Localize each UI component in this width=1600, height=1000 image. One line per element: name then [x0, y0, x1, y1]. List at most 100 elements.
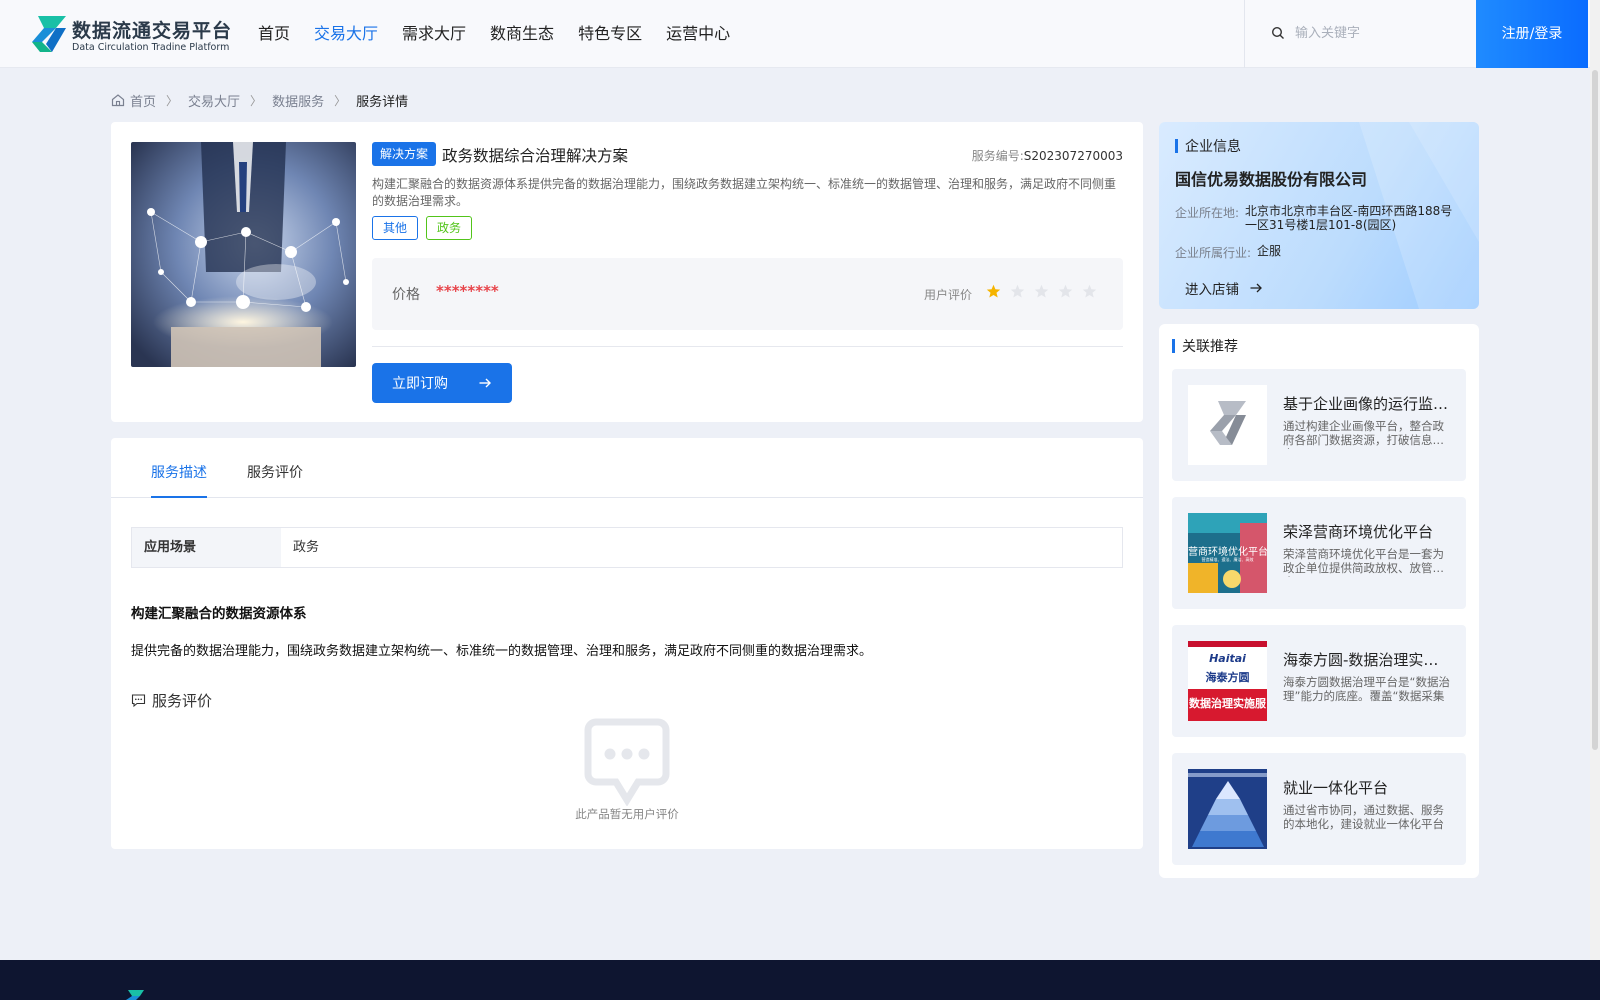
- logo-mark-icon: [32, 16, 66, 52]
- location-label: 企业所在地:: [1175, 206, 1240, 220]
- user-rating-label: 用户评价: [924, 288, 973, 302]
- tag-other[interactable]: 其他: [372, 216, 419, 240]
- tag-government[interactable]: 政务: [426, 216, 473, 240]
- chevron-right-icon: 〉: [166, 93, 179, 108]
- nav-item-2[interactable]: 需求大厅: [402, 0, 466, 68]
- related-thumbnail: [1188, 385, 1267, 465]
- thumbnail-brand: Haitai: [1209, 652, 1246, 665]
- nav-item-5[interactable]: 运营中心: [666, 0, 730, 68]
- company-section-title: 企业信息: [1175, 136, 1241, 156]
- arrow-right-icon: [479, 378, 491, 388]
- logo-title: 数据流通交易平台: [72, 20, 233, 42]
- company-section-title-text: 企业信息: [1185, 139, 1241, 155]
- related-item[interactable]: 就业一体化平台 通过省市协同，通过数据、服务的本地化，建设就业一体化平台: [1172, 753, 1466, 865]
- nav-item-0[interactable]: 首页: [258, 0, 290, 68]
- product-tags: 其他 政务: [372, 216, 480, 240]
- scene-table: 应用场景 政务: [131, 527, 1123, 568]
- nav-item-1[interactable]: 交易大厅: [314, 0, 378, 68]
- related-item[interactable]: Haitai 海泰方圆 数据治理实施服 海泰方圆-数据治理实施服务 海泰方圆数据…: [1172, 625, 1466, 737]
- company-name[interactable]: 国信优易数据股份有限公司: [1175, 166, 1367, 190]
- logo-subtitle: Data Circulation Tradine Platform: [72, 42, 230, 53]
- related-section-title-text: 关联推荐: [1182, 339, 1238, 355]
- solution-badge: 解决方案: [372, 142, 437, 166]
- related-item-desc: 海泰方圆数据治理平台是“数据治理”能力的底座。覆盖“数据采集: [1283, 675, 1450, 703]
- enter-shop-link[interactable]: 进入店铺: [1185, 278, 1263, 298]
- breadcrumb-trading-hall[interactable]: 交易大厅: [188, 91, 240, 110]
- order-now-label: 立即订购: [392, 376, 448, 392]
- scene-key: 应用场景: [132, 528, 281, 567]
- description-body: 提供完备的数据治理能力，围绕政务数据建立架构统一、标准统一的数据管理、治理和服务…: [131, 644, 873, 659]
- order-now-button[interactable]: 立即订购: [372, 363, 512, 403]
- scrollbar-thumb[interactable]: [1592, 70, 1598, 750]
- product-card: 解决方案 政务数据综合治理解决方案 服务编号:S202307270003 构建汇…: [111, 122, 1143, 422]
- related-item-title: 基于企业画像的运行监测平台: [1283, 395, 1451, 413]
- related-thumbnail: 营商环境优化平台 营造精准、遵法、廉洁、高效: [1188, 513, 1267, 593]
- title-bar: [1175, 139, 1178, 153]
- logo-placeholder-icon: [1188, 385, 1267, 465]
- location-value: 北京市北京市丰台区-南四环西路188号一区31号楼1层101-8(园区): [1245, 204, 1453, 232]
- platform-logo[interactable]: 数据流通交易平台 Data Circulation Tradine Platfo…: [30, 14, 233, 54]
- company-info-card: 企业信息 国信优易数据股份有限公司 企业所在地: 北京市北京市丰台区-南四环西路…: [1159, 122, 1479, 309]
- breadcrumb-home[interactable]: 首页: [130, 91, 156, 110]
- service-number-label: 服务编号:: [971, 149, 1024, 163]
- empty-comment-icon: [584, 718, 670, 806]
- arrow-right-icon: [1250, 283, 1262, 293]
- related-thumbnail: [1188, 769, 1267, 849]
- related-item-title: 海泰方圆-数据治理实施服务: [1283, 651, 1451, 669]
- product-image: [131, 142, 356, 367]
- star-empty-icon: [1034, 284, 1049, 298]
- network-illustration: [131, 142, 356, 367]
- related-item-desc: 通过构建企业画像平台，整合政府各部门数据资源，打破信息孤岛: [1283, 419, 1444, 449]
- service-number: 服务编号:S202307270003: [972, 147, 1123, 164]
- industry-label: 企业所属行业:: [1175, 246, 1252, 260]
- price-panel: 价格 ******** 用户评价: [372, 258, 1123, 330]
- breadcrumb-data-service[interactable]: 数据服务: [272, 91, 324, 110]
- enter-shop-label: 进入店铺: [1185, 282, 1239, 298]
- page-scrollbar[interactable]: [1590, 0, 1600, 960]
- price-label: 价格: [392, 287, 420, 303]
- description-heading: 构建汇聚融合的数据资源体系: [131, 606, 307, 622]
- nav-item-4[interactable]: 特色专区: [578, 0, 642, 68]
- related-thumbnail: Haitai 海泰方圆 数据治理实施服: [1188, 641, 1267, 721]
- comment-icon: [131, 694, 146, 708]
- price-value: ********: [436, 282, 499, 300]
- related-item-desc: 荣泽营商环境优化平台是一套为政企单位提供简政放权、放管结合: [1283, 547, 1444, 577]
- detail-tabs: 服务描述 服务评价: [111, 438, 1143, 498]
- description-card: 服务描述 服务评价 应用场景 政务 构建汇聚融合的数据资源体系 提供完备的数据治…: [111, 438, 1143, 849]
- review-heading-text: 服务评价: [152, 692, 213, 710]
- thumbnail-caption: 海泰方圆: [1205, 671, 1250, 684]
- search-box[interactable]: [1244, 0, 1476, 68]
- title-bar: [1172, 339, 1175, 353]
- chevron-right-icon: 〉: [250, 93, 263, 108]
- empty-review-text: 此产品暂无用户评价: [575, 807, 679, 821]
- related-section-title: 关联推荐: [1172, 336, 1238, 356]
- pyramid-thumbnail: [1188, 769, 1267, 849]
- star-filled-icon: [986, 284, 1001, 298]
- breadcrumb: 首页 〉 交易大厅 〉 数据服务 〉 服务详情: [111, 90, 408, 110]
- tab-service-review[interactable]: 服务评价: [247, 462, 303, 498]
- star-empty-icon: [1010, 284, 1025, 298]
- page-footer: [0, 960, 1600, 1000]
- divider: [372, 346, 1123, 347]
- home-icon: [111, 94, 125, 107]
- breadcrumb-current: 服务详情: [356, 94, 409, 110]
- related-item[interactable]: 基于企业画像的运行监测平台 通过构建企业画像平台，整合政府各部门数据资源，打破信…: [1172, 369, 1466, 481]
- review-section-heading: 服务评价: [131, 690, 212, 711]
- search-input[interactable]: [1295, 20, 1465, 46]
- company-location-row: 企业所在地: 北京市北京市丰台区-南四环西路188号一区31号楼1层101-8(…: [1175, 204, 1455, 232]
- tab-service-description[interactable]: 服务描述: [151, 462, 207, 498]
- related-recommendations-card: 关联推荐 基于企业画像的运行监测平台 通过构建企业画像平台，整合政府各部门数据资…: [1159, 324, 1479, 878]
- footer-logo-icon: [126, 990, 144, 1000]
- nav-item-3[interactable]: 数商生态: [490, 0, 554, 68]
- related-item-title: 荣泽营商环境优化平台: [1283, 523, 1434, 541]
- product-title: 政务数据综合治理解决方案: [442, 147, 629, 165]
- search-icon: [1271, 26, 1284, 39]
- company-industry-row: 企业所属行业: 企服: [1175, 244, 1281, 261]
- thumbnail-subcaption: 数据治理实施服: [1189, 697, 1266, 710]
- industry-value: 企服: [1257, 244, 1282, 258]
- login-register-button[interactable]: 注册/登录: [1476, 0, 1588, 68]
- related-item-desc: 通过省市协同，通过数据、服务的本地化，建设就业一体化平台: [1283, 803, 1444, 831]
- chevron-right-icon: 〉: [334, 93, 347, 108]
- related-item[interactable]: 营商环境优化平台 营造精准、遵法、廉洁、高效 荣泽营商环境优化平台 荣泽营商环境…: [1172, 497, 1466, 609]
- rating-stars: [986, 284, 1106, 299]
